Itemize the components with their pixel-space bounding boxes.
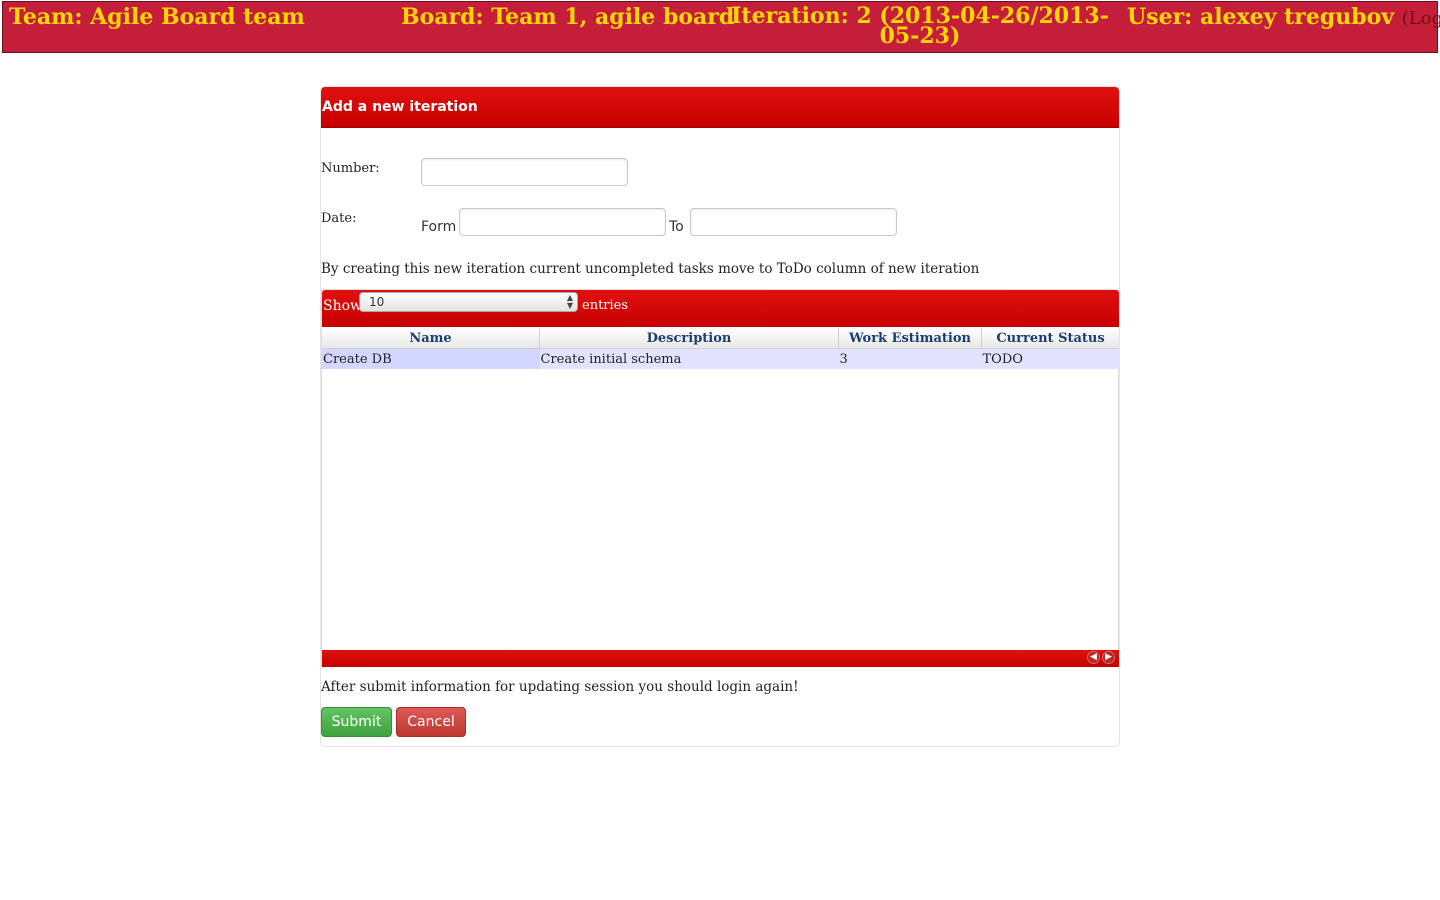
- iteration-info: Iteration: 2 (2013-04-26/2013-05-23): [731, 3, 1109, 49]
- to-date-input[interactable]: [690, 208, 897, 236]
- table-header-row: Name Description Work Estimation Current…: [322, 328, 1119, 349]
- user-info: User: alexey tregubov (Logout): [1127, 6, 1440, 30]
- cell-work-estimation: 3: [838, 348, 982, 369]
- cell-name: Create DB: [322, 348, 540, 369]
- logout-link[interactable]: (Logout): [1402, 8, 1440, 29]
- next-page-icon[interactable]: ▶: [1102, 651, 1115, 664]
- user-name: User: alexey tregubov: [1127, 4, 1395, 30]
- submit-button[interactable]: Submit: [321, 707, 392, 737]
- column-header-name[interactable]: Name: [322, 328, 540, 349]
- to-label: To: [669, 219, 684, 235]
- entries-label: entries: [582, 298, 629, 313]
- add-iteration-panel: Add a new iteration Number: Date: Form T…: [320, 86, 1120, 747]
- tasks-table: Name Description Work Estimation Current…: [322, 328, 1119, 369]
- page-size-value: 10: [369, 295, 385, 309]
- select-arrows-icon: ▲ ▼: [566, 293, 573, 310]
- column-header-current-status[interactable]: Current Status: [981, 328, 1119, 349]
- table-row[interactable]: Create DB Create initial schema 3 TODO: [322, 348, 1119, 369]
- from-label: Form: [421, 219, 457, 235]
- show-label: Show: [323, 298, 363, 314]
- date-label: Date:: [321, 211, 357, 226]
- from-date-input[interactable]: [459, 208, 666, 236]
- cell-description: Create initial schema: [539, 348, 839, 369]
- grid-toolbar: Show 10 ▲ ▼ entries: [322, 290, 1119, 327]
- column-header-work-estimation[interactable]: Work Estimation: [838, 328, 982, 349]
- column-header-description[interactable]: Description: [539, 328, 839, 349]
- pagination: ◀ ▶: [1087, 651, 1117, 665]
- prev-page-icon[interactable]: ◀: [1087, 651, 1100, 664]
- board-name: Board: Team 1, agile board: [401, 4, 735, 30]
- page-size-select[interactable]: 10 ▲ ▼: [359, 292, 578, 312]
- tasks-grid: Show 10 ▲ ▼ entries Name Description Work…: [321, 289, 1119, 667]
- grid-footer: ◀ ▶: [322, 650, 1119, 667]
- panel-title: Add a new iteration: [321, 87, 1119, 128]
- cell-current-status: TODO: [981, 348, 1119, 369]
- login-note: After submit information for updating se…: [321, 679, 799, 695]
- number-input[interactable]: [421, 158, 628, 186]
- cancel-button[interactable]: Cancel: [396, 707, 466, 737]
- iteration-info-text: By creating this new iteration current u…: [321, 261, 980, 277]
- top-header-bar: Team: Agile Board team Board: Team 1, ag…: [2, 1, 1440, 53]
- team-name: Team: Agile Board team: [9, 4, 305, 30]
- number-label: Number:: [321, 161, 380, 176]
